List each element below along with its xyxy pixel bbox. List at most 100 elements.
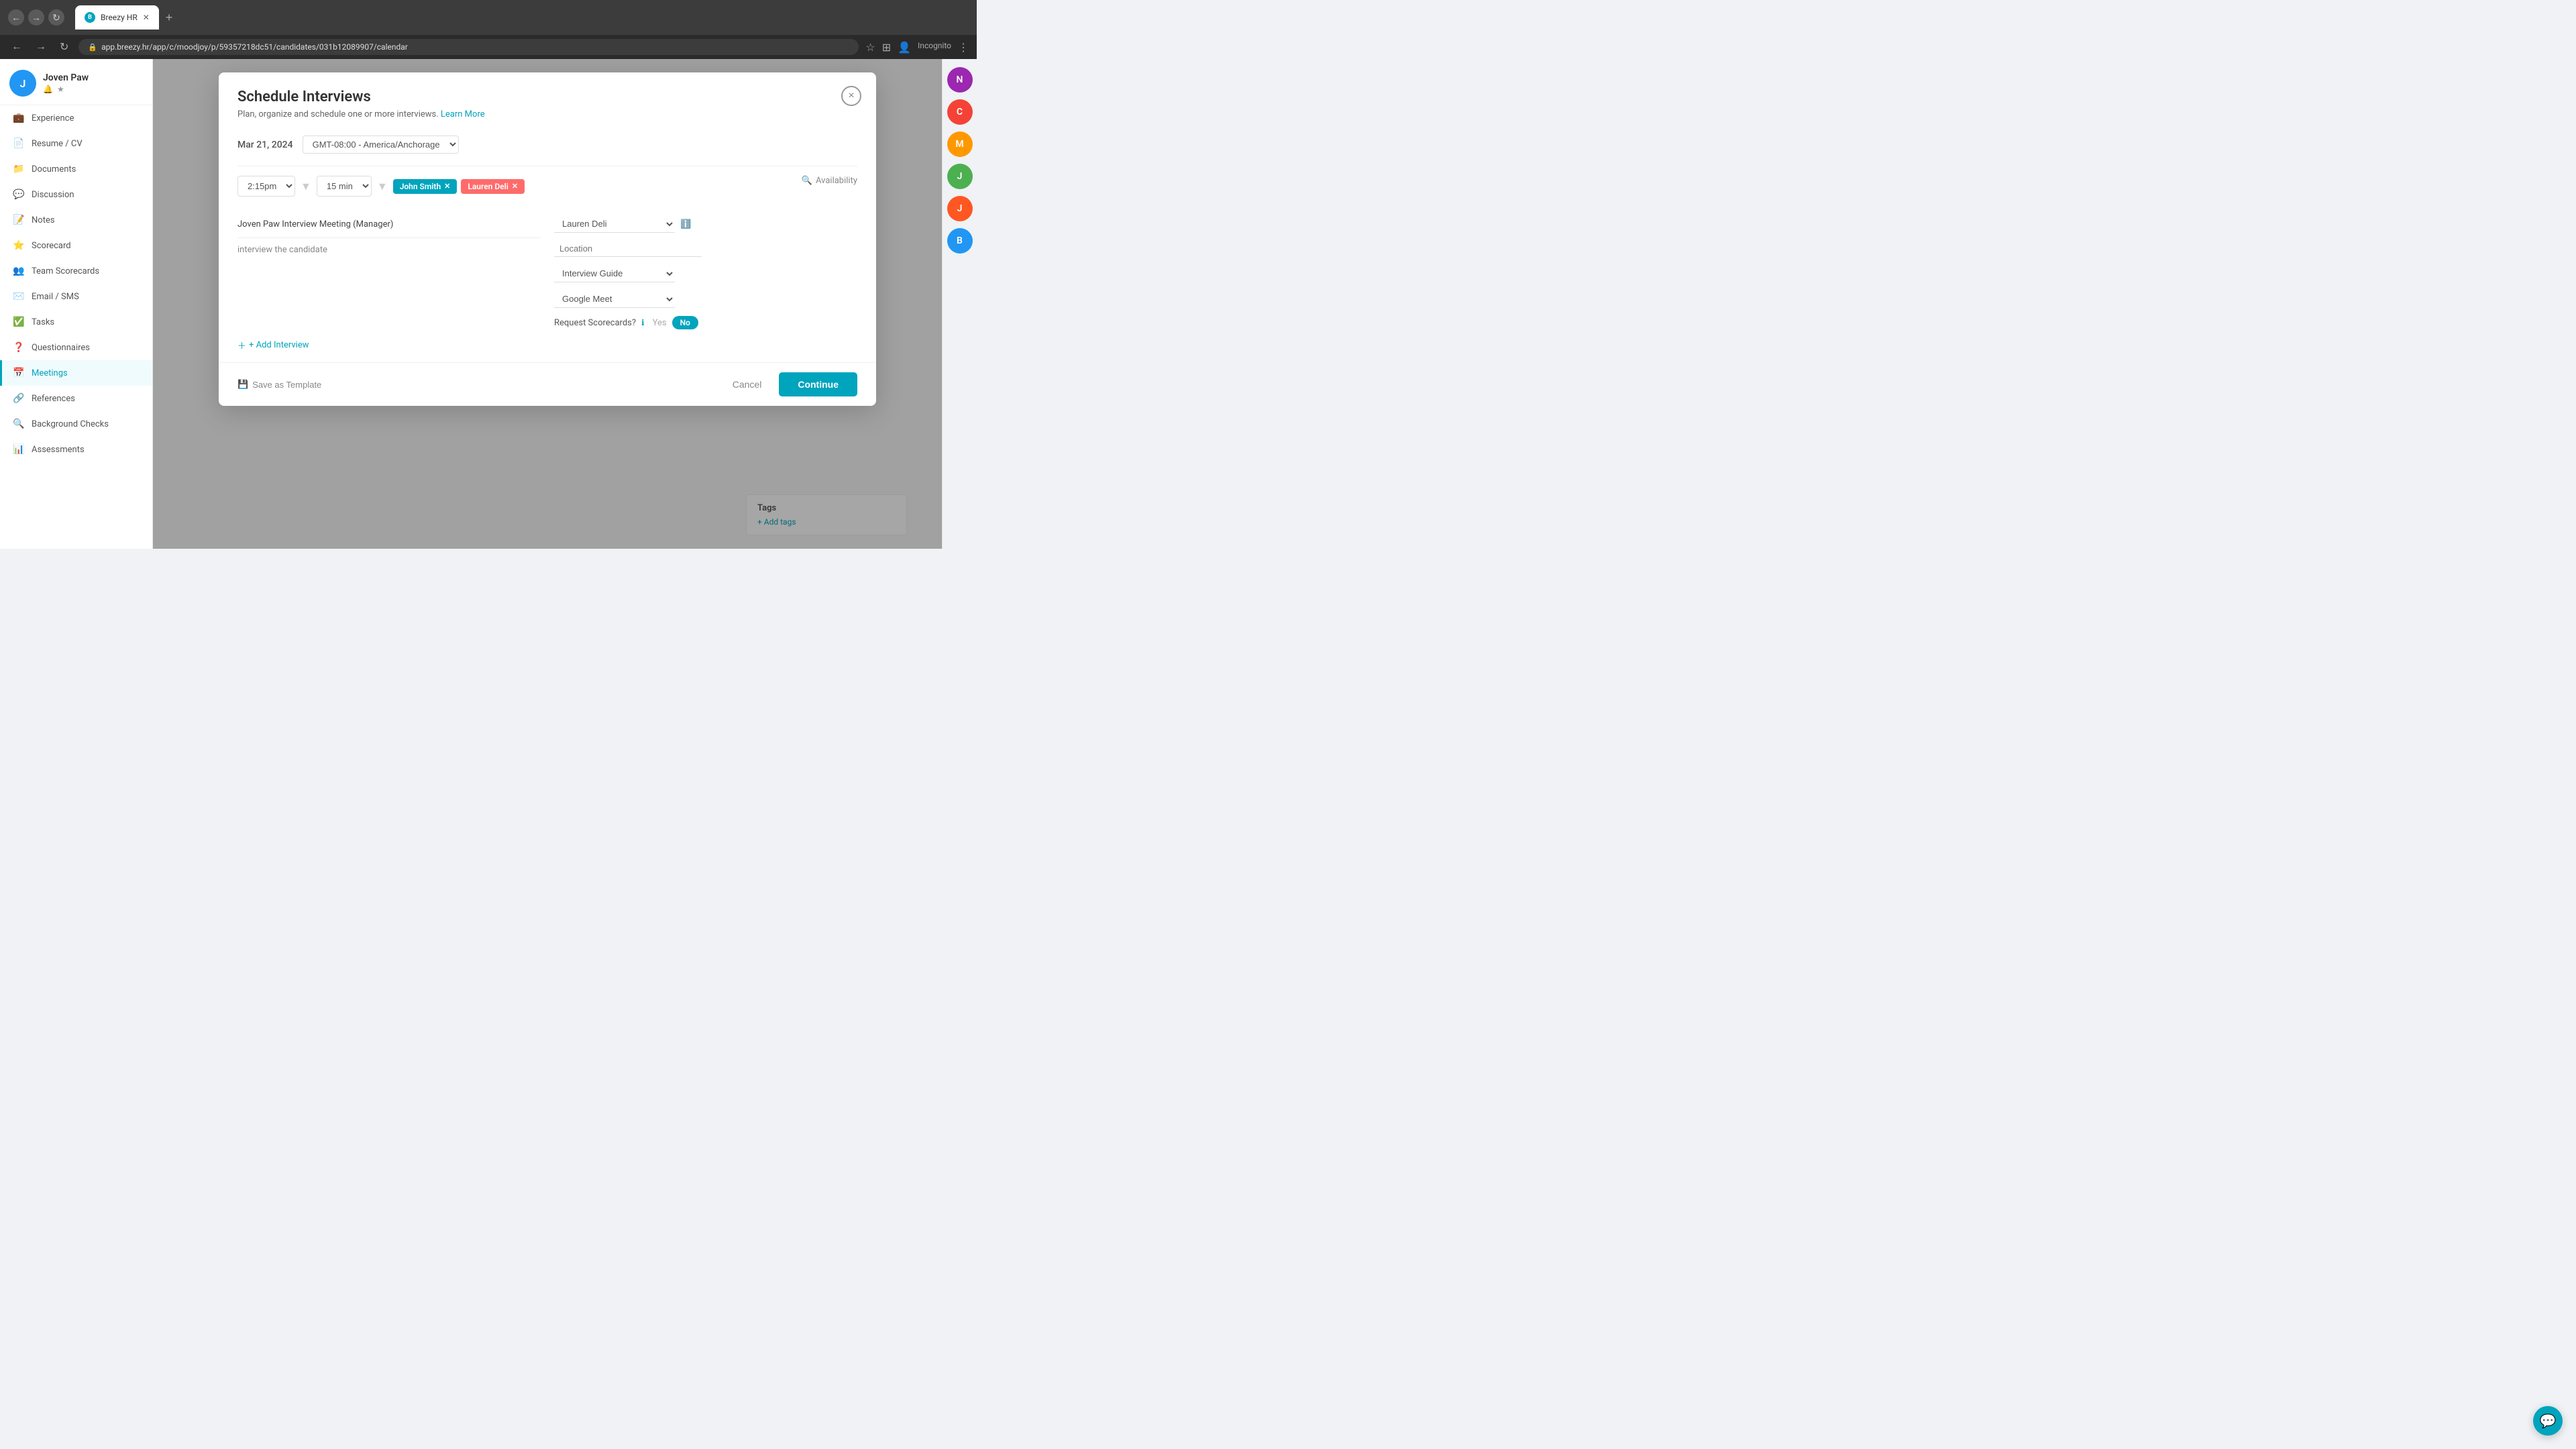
resume-icon: 📄: [13, 138, 25, 149]
sidebar-item-questionnaires[interactable]: ❓ Questionnaires: [0, 335, 152, 360]
chat-bubble[interactable]: 💬: [2533, 1406, 2563, 1436]
availability-link[interactable]: 🔍 Availability: [802, 176, 857, 186]
sidebar-item-discussion[interactable]: 💬 Discussion: [0, 182, 152, 207]
scorecard-info-icon[interactable]: ℹ: [641, 318, 645, 327]
location-row: [554, 241, 857, 257]
right-panel: N C M J J B: [942, 59, 977, 549]
notification-icon: 🔔: [43, 85, 53, 94]
modal-close-button[interactable]: ×: [841, 86, 861, 106]
sidebar-label-assessments: Assessments: [32, 445, 85, 455]
refresh-icon[interactable]: ↻: [56, 39, 72, 55]
right-avatar-m[interactable]: M: [947, 131, 973, 157]
modal-title: Schedule Interviews: [237, 89, 857, 105]
organizer-row: Lauren Deli ℹ️: [554, 215, 857, 233]
right-avatar-c[interactable]: C: [947, 99, 973, 125]
sidebar-item-experience[interactable]: 💼 Experience: [0, 105, 152, 131]
save-template-button[interactable]: 💾 Save as Template: [237, 379, 321, 390]
back-button[interactable]: ←: [8, 9, 24, 25]
sidebar-item-documents[interactable]: 📁 Documents: [0, 156, 152, 182]
sidebar-item-scorecard[interactable]: ⭐ Scorecard: [0, 233, 152, 258]
duration-select[interactable]: 15 min: [317, 176, 372, 197]
sidebar-item-background-checks[interactable]: 🔍 Background Checks: [0, 411, 152, 437]
right-avatar-b[interactable]: B: [947, 228, 973, 254]
bookmark-icon[interactable]: ☆: [865, 41, 875, 54]
assessments-icon: 📊: [13, 444, 25, 455]
app-layout: J Joven Paw 🔔 ★ 💼 Experience 📄 Resume / …: [0, 59, 977, 549]
interview-left: 2:15pm ▼ 15 min ▼ John Smith ✕: [237, 176, 525, 197]
sidebar-item-email-sms[interactable]: ✉️ Email / SMS: [0, 284, 152, 309]
right-avatar-n[interactable]: N: [947, 67, 973, 93]
sidebar-item-meetings[interactable]: 📅 Meetings: [0, 360, 152, 386]
references-icon: 🔗: [13, 393, 25, 404]
forward-button[interactable]: →: [28, 9, 44, 25]
interview-row: 2:15pm ▼ 15 min ▼ John Smith ✕: [237, 166, 857, 206]
back-nav-icon[interactable]: ←: [8, 40, 25, 54]
interview-guide-select[interactable]: Interview Guide: [554, 265, 675, 282]
modal-header: Schedule Interviews Plan, organize and s…: [219, 72, 876, 125]
right-avatar-j2[interactable]: J: [947, 196, 973, 221]
tab-title: Breezy HR: [101, 13, 138, 22]
forward-nav-icon[interactable]: →: [32, 40, 50, 54]
time-select[interactable]: 2:15pm: [237, 176, 295, 197]
sidebar-item-team-scorecards[interactable]: 👥 Team Scorecards: [0, 258, 152, 284]
request-scorecards-row: Request Scorecards? ℹ Yes No: [554, 316, 857, 329]
sidebar-item-notes[interactable]: 📝 Notes: [0, 207, 152, 233]
timezone-select[interactable]: GMT-08:00 - America/Anchorage: [303, 136, 459, 154]
location-input[interactable]: [554, 241, 702, 257]
date-display: Mar 21, 2024: [237, 140, 293, 150]
browser-actions: ☆ ⊞ 👤 Incognito ⋮: [865, 41, 969, 54]
sidebar-item-tasks[interactable]: ✅ Tasks: [0, 309, 152, 335]
add-interview-button[interactable]: ＋ + Add Interview: [237, 339, 857, 352]
meetings-icon: 📅: [13, 368, 25, 378]
sidebar-label-resume: Resume / CV: [32, 139, 83, 149]
extensions-icon[interactable]: ⊞: [882, 41, 891, 54]
john-smith-label: John Smith: [400, 182, 441, 191]
main-content: Schedule Interviews Plan, organize and s…: [153, 59, 942, 549]
window-controls: ← → ↻: [8, 9, 64, 25]
reload-button[interactable]: ↻: [48, 9, 64, 25]
background-checks-icon: 🔍: [13, 419, 25, 429]
profile-icon[interactable]: 👤: [898, 41, 911, 54]
modal-body: Mar 21, 2024 GMT-08:00 - America/Anchora…: [219, 125, 876, 362]
candidate-header: J Joven Paw 🔔 ★: [0, 59, 152, 105]
sidebar-item-references[interactable]: 🔗 References: [0, 386, 152, 411]
datetime-row: Mar 21, 2024 GMT-08:00 - America/Anchora…: [237, 136, 857, 154]
new-tab-button[interactable]: +: [162, 11, 177, 25]
cancel-button[interactable]: Cancel: [722, 374, 773, 395]
search-icon: 🔍: [802, 176, 812, 186]
email-sms-icon: ✉️: [13, 291, 25, 302]
interviewer-tags: John Smith ✕ Lauren Deli ✕: [393, 179, 525, 194]
tasks-icon: ✅: [13, 317, 25, 327]
discussion-icon: 💬: [13, 189, 25, 200]
organizer-select[interactable]: Lauren Deli: [554, 215, 675, 233]
sidebar-label-questionnaires: Questionnaires: [32, 343, 90, 353]
lauren-deli-remove[interactable]: ✕: [512, 182, 518, 191]
address-bar-row: ← → ↻ 🔒 app.breezy.hr/app/c/moodjoy/p/59…: [0, 35, 977, 59]
organizer-info-icon[interactable]: ℹ️: [680, 219, 691, 229]
sidebar-item-assessments[interactable]: 📊 Assessments: [0, 437, 152, 462]
tab-close-icon[interactable]: ✕: [143, 13, 150, 22]
sidebar-label-meetings: Meetings: [32, 368, 68, 378]
sidebar-item-resume[interactable]: 📄 Resume / CV: [0, 131, 152, 156]
video-platform-row: Google Meet: [554, 290, 857, 308]
meeting-notes: interview the candidate: [237, 238, 541, 262]
address-bar[interactable]: 🔒 app.breezy.hr/app/c/moodjoy/p/59357218…: [78, 39, 859, 55]
video-platform-select[interactable]: Google Meet: [554, 290, 675, 308]
continue-button[interactable]: Continue: [779, 372, 857, 396]
sidebar-nav: 💼 Experience 📄 Resume / CV 📁 Documents 💬…: [0, 105, 152, 549]
john-smith-remove[interactable]: ✕: [444, 182, 450, 191]
scorecard-no-toggle[interactable]: No: [672, 316, 698, 329]
footer-actions: Cancel Continue: [722, 372, 857, 396]
active-tab[interactable]: B Breezy HR ✕: [75, 5, 159, 30]
menu-icon[interactable]: ⋮: [958, 41, 969, 54]
interview-left-details: Joven Paw Interview Meeting (Manager) in…: [237, 215, 541, 329]
sidebar-label-team-scorecards: Team Scorecards: [32, 266, 99, 276]
lock-icon: 🔒: [88, 43, 97, 52]
browser-chrome: ← → ↻ B Breezy HR ✕ +: [0, 0, 977, 35]
sidebar-label-email-sms: Email / SMS: [32, 292, 79, 302]
sidebar-label-discussion: Discussion: [32, 190, 74, 200]
learn-more-link[interactable]: Learn More: [441, 109, 485, 119]
candidate-icons: 🔔 ★: [43, 85, 89, 94]
sidebar-label-tasks: Tasks: [32, 317, 54, 327]
right-avatar-j1[interactable]: J: [947, 164, 973, 189]
